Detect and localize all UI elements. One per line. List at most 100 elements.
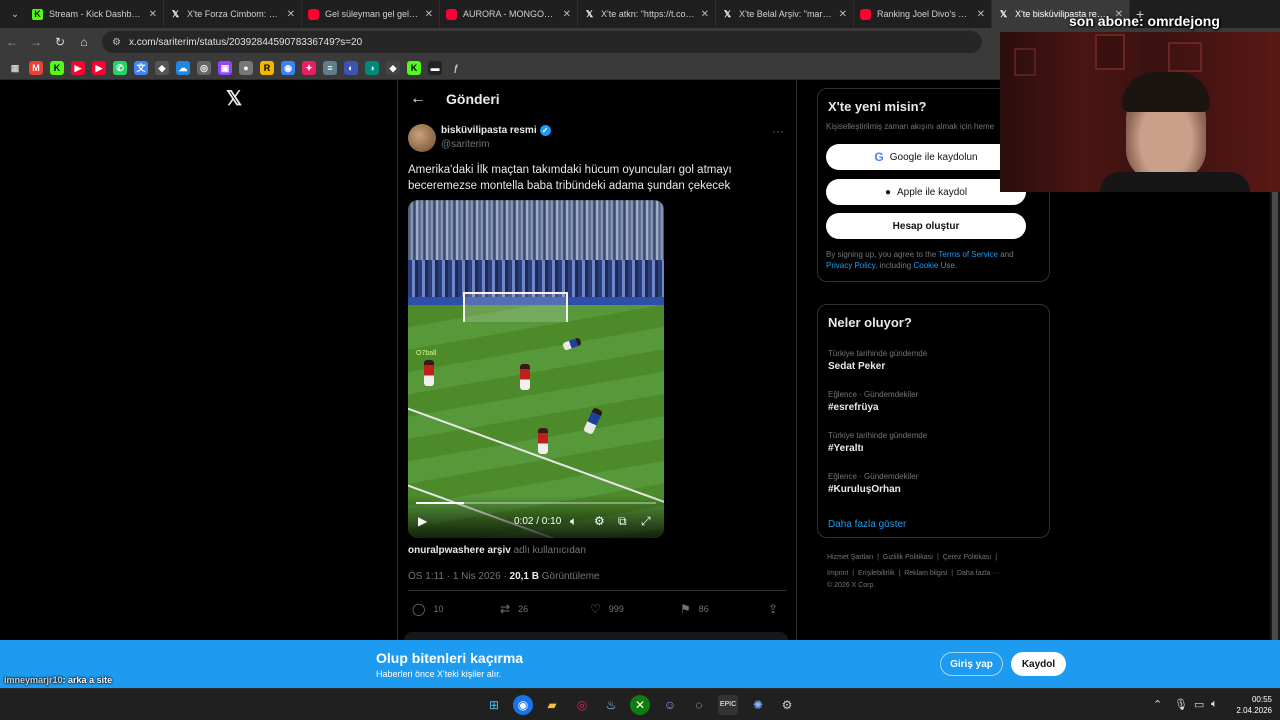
fullscreen-icon[interactable]: ⤢: [641, 514, 651, 529]
site-info-icon[interactable]: ⚙: [112, 37, 121, 48]
bookmark-icon[interactable]: ƒ: [449, 61, 463, 75]
volume-icon[interactable]: 🔈︎: [1211, 698, 1218, 711]
cookie-use-link[interactable]: Cookie Use.: [913, 261, 957, 270]
login-button[interactable]: Giriş yap: [940, 652, 1003, 676]
xbox-icon[interactable]: ✕: [630, 695, 650, 715]
bookmark-icon[interactable]: ▬: [428, 60, 442, 75]
taskbar-clock[interactable]: 00:55 2.04.2026: [1232, 694, 1272, 716]
app-icon[interactable]: ◎: [572, 695, 592, 715]
settings-icon[interactable]: ⚙: [777, 695, 797, 715]
bookmark-icon[interactable]: ≡: [323, 60, 337, 75]
like-button[interactable]: ♡ 999: [590, 602, 624, 616]
tab-search-chevron-icon[interactable]: ⌄: [4, 3, 26, 25]
bookmark-icon[interactable]: ◑: [365, 60, 379, 75]
more-options-icon[interactable]: ···: [772, 124, 784, 138]
twitch-bookmark-icon[interactable]: ▣: [218, 60, 232, 75]
bookmark-icon[interactable]: ✦: [302, 60, 316, 75]
webcam-person-hair: [1122, 72, 1210, 112]
apps-grid-icon[interactable]: ▦: [8, 61, 22, 75]
create-account-button[interactable]: Hesap oluştur: [826, 213, 1026, 239]
signup-terms: By signing up, you agree to the Terms of…: [826, 249, 1041, 271]
youtube-icon: [308, 8, 319, 20]
bookmark-icon[interactable]: ◐: [344, 60, 358, 75]
start-icon[interactable]: ⊞: [484, 695, 504, 715]
back-icon[interactable]: ←: [0, 35, 24, 49]
youtube-bookmark-icon[interactable]: ▶: [71, 60, 85, 75]
browser-tab[interactable]: 𝕏 X'te atkn: "https://t.co/esl ✕: [578, 0, 716, 28]
browser-tab[interactable]: 𝕏 X'te Forza Cimbom: "Tam ✕: [164, 0, 302, 28]
footer-link[interactable]: Çerez Politikası: [943, 554, 992, 561]
browser-tab[interactable]: K Stream - Kick Dashboard ✕: [26, 0, 164, 28]
url-field[interactable]: ⚙ x.com/sariterim/status/203928445907833…: [102, 31, 982, 53]
back-arrow-icon[interactable]: ←: [410, 90, 426, 108]
bookmark-button[interactable]: ⚑ 86: [680, 602, 709, 616]
privacy-policy-link[interactable]: Privacy Policy: [826, 261, 875, 270]
footer-link[interactable]: Reklam bilgisi: [904, 570, 947, 577]
show-more-link[interactable]: Daha fazla göster: [828, 519, 906, 530]
attribution-user[interactable]: onuralpwashere arşiv: [408, 545, 511, 556]
browser-tab[interactable]: AURORA - MONGOLZ Ma ✕: [440, 0, 578, 28]
close-tab-icon[interactable]: ✕: [149, 9, 157, 20]
picture-in-picture-icon[interactable]: ⧉: [618, 514, 627, 529]
kick-bookmark-icon[interactable]: K: [407, 60, 421, 75]
kick-bookmark-icon[interactable]: K: [50, 60, 64, 75]
bookmark-icon[interactable]: ◉: [281, 60, 295, 75]
bookmark-icon[interactable]: R: [260, 60, 274, 75]
app-icon[interactable]: ◌: [689, 695, 709, 715]
video-player[interactable]: O7ball ▶ 0:02 / 0:10 🔈︎ ⚙ ⧉ ⤢: [408, 200, 664, 538]
bookmark-icon[interactable]: ●: [239, 60, 253, 75]
post-timestamp[interactable]: ÖS 1:11 · 1 Nis 2026 ·: [408, 571, 507, 582]
close-tab-icon[interactable]: ✕: [701, 9, 709, 20]
gmail-bookmark-icon[interactable]: M: [29, 60, 43, 75]
cloud-bookmark-icon[interactable]: ☁: [176, 60, 190, 75]
share-button[interactable]: ⇪: [768, 602, 778, 616]
steam-icon[interactable]: ♨: [601, 695, 621, 715]
reload-icon[interactable]: ↻: [48, 35, 72, 49]
translate-bookmark-icon[interactable]: 文: [134, 60, 148, 75]
google-signup-button[interactable]: G Google ile kaydolun: [826, 144, 1026, 170]
author-handle[interactable]: @sariterim: [441, 139, 490, 150]
epic-games-icon[interactable]: EPIC: [718, 695, 738, 715]
youtube-bookmark-icon[interactable]: ▶: [92, 60, 106, 75]
file-explorer-icon[interactable]: ▰: [542, 695, 562, 715]
footer-link[interactable]: Erişilebilirlik: [858, 570, 895, 577]
whatsapp-bookmark-icon[interactable]: ✆: [113, 60, 127, 75]
close-tab-icon[interactable]: ✕: [425, 9, 433, 20]
x-logo-icon[interactable]: 𝕏: [226, 89, 246, 109]
close-tab-icon[interactable]: ✕: [563, 9, 571, 20]
browser-tab[interactable]: Ranking Joel Divo's Top 5 ✕: [854, 0, 992, 28]
terms-of-service-link[interactable]: Terms of Service: [938, 250, 998, 259]
play-icon[interactable]: ▶: [418, 514, 427, 528]
app-icon[interactable]: ✺: [748, 695, 768, 715]
chrome-icon[interactable]: ◉: [513, 695, 533, 715]
avatar[interactable]: [408, 124, 436, 152]
bookmark-icon[interactable]: ◆: [386, 60, 400, 75]
apple-signup-button[interactable]: ● Apple ile kaydol: [826, 179, 1026, 205]
browser-tab[interactable]: Gel süleyman gel gel amm ✕: [302, 0, 440, 28]
bookmark-icon[interactable]: ◎: [197, 60, 211, 75]
footer-link[interactable]: Hizmet Şartları: [827, 554, 873, 561]
footer-link[interactable]: Daha fazla ···: [957, 570, 999, 577]
browser-tab[interactable]: 𝕏 X'te Belal Arşiv: "marco re ✕: [716, 0, 854, 28]
video-progress-bar[interactable]: [416, 502, 656, 504]
footer-link[interactable]: Imprint: [827, 570, 848, 577]
bookmark-count: 86: [698, 604, 709, 614]
microphone-icon[interactable]: 🎙︎: [1174, 698, 1188, 711]
close-tab-icon[interactable]: ✕: [839, 9, 847, 20]
reply-button[interactable]: ◯ 10: [412, 602, 443, 616]
discord-icon[interactable]: ☺: [660, 695, 680, 715]
repost-button[interactable]: ⇄ 26: [500, 602, 528, 616]
volume-icon[interactable]: 🔈︎: [570, 514, 577, 529]
forward-icon[interactable]: →: [24, 35, 48, 49]
close-tab-icon[interactable]: ✕: [287, 9, 295, 20]
home-icon[interactable]: ⌂: [72, 35, 96, 49]
register-button[interactable]: Kaydol: [1011, 652, 1066, 676]
author-name[interactable]: bisküvilipasta resmi ✓: [441, 125, 551, 136]
bookmark-icon[interactable]: ◆: [155, 60, 169, 75]
network-icon[interactable]: ▭: [1194, 698, 1204, 711]
tray-chevron-icon[interactable]: ⌃: [1153, 698, 1162, 711]
footer-link[interactable]: Gizlilik Politikası: [883, 554, 933, 561]
close-tab-icon[interactable]: ✕: [977, 9, 985, 20]
settings-icon[interactable]: ⚙: [594, 514, 605, 528]
scrollbar-thumb[interactable]: [1272, 190, 1278, 660]
